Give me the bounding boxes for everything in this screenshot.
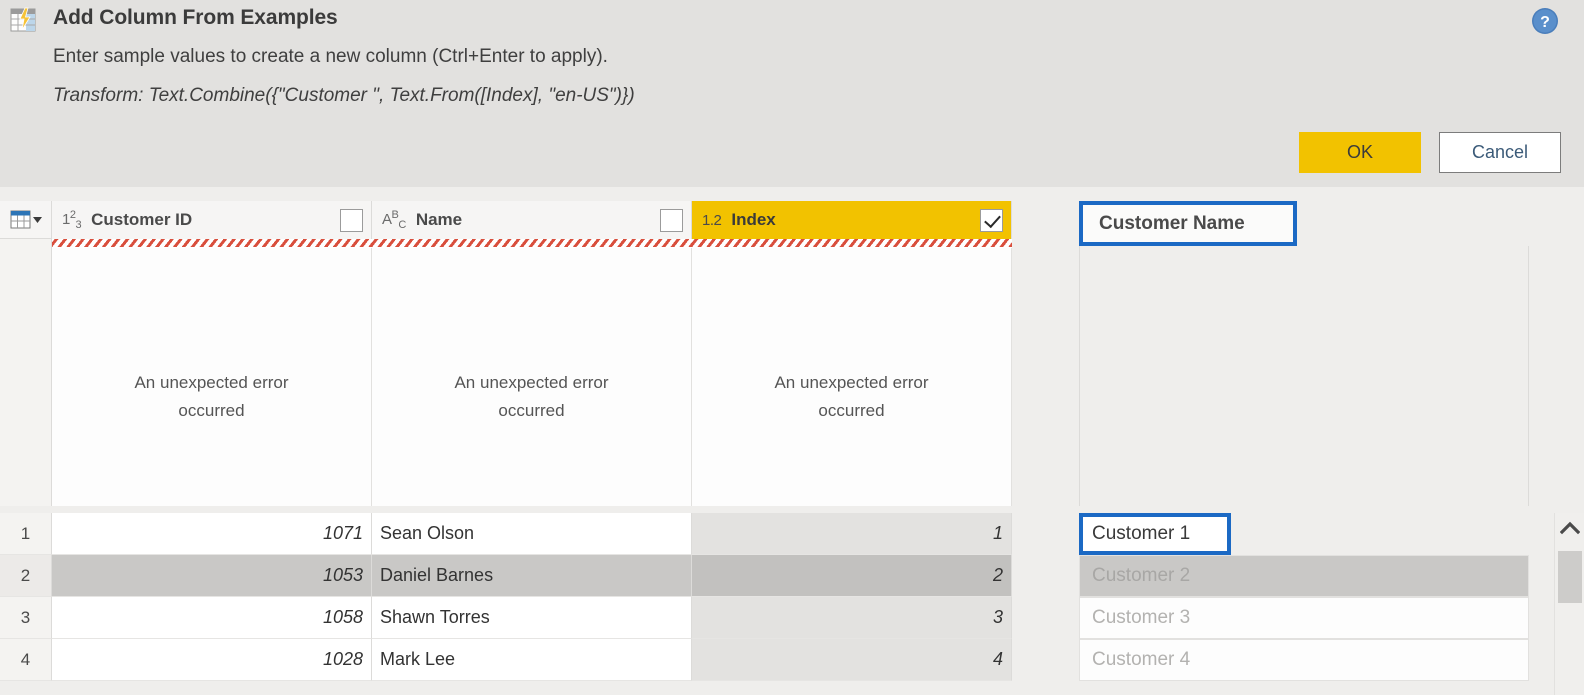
error-row-gutter bbox=[0, 239, 52, 506]
table-row[interactable]: 3 1058 Shawn Torres 3 bbox=[0, 597, 1070, 639]
cell-index[interactable]: 1 bbox=[692, 513, 1012, 555]
cell-index[interactable]: 2 bbox=[692, 555, 1012, 597]
cell-name[interactable]: Shawn Torres bbox=[372, 597, 692, 639]
new-column-header[interactable]: Customer Name bbox=[1079, 201, 1297, 246]
transform-expression: Transform: Text.Combine({"Customer ", Te… bbox=[53, 85, 635, 106]
cell-index[interactable]: 4 bbox=[692, 639, 1012, 681]
type-icon-123: 123 bbox=[62, 209, 82, 231]
row-number: 1 bbox=[0, 513, 52, 555]
cell-index[interactable]: 3 bbox=[692, 597, 1012, 639]
table-select-icon[interactable] bbox=[0, 201, 52, 239]
suggested-value[interactable]: Customer 2 bbox=[1079, 555, 1529, 597]
column-header-label: Index bbox=[731, 210, 776, 229]
column-header-index[interactable]: 1.2 Index bbox=[692, 201, 1012, 239]
column-profile-error: An unexpected error occurred bbox=[372, 248, 692, 506]
type-icon-1.2: 1.2 bbox=[702, 211, 722, 229]
suggested-value[interactable]: Customer 4 bbox=[1079, 639, 1529, 681]
column-header-label: Customer ID bbox=[91, 210, 193, 229]
table-row[interactable]: 1 1071 Sean Olson 1 bbox=[0, 513, 1070, 555]
column-profile-error: An unexpected error occurred bbox=[52, 248, 372, 506]
svg-text:?: ? bbox=[1540, 14, 1550, 31]
cell-customer-id[interactable]: 1028 bbox=[52, 639, 372, 681]
column-quality-bar-error[interactable] bbox=[372, 239, 692, 248]
row-number: 3 bbox=[0, 597, 52, 639]
cell-customer-id[interactable]: 1053 bbox=[52, 555, 372, 597]
ok-button[interactable]: OK bbox=[1299, 132, 1421, 173]
column-quality-bar-error[interactable] bbox=[692, 239, 1012, 248]
suggested-value[interactable]: Customer 3 bbox=[1079, 597, 1529, 639]
table-row[interactable]: 4 1028 Mark Lee 4 bbox=[0, 639, 1070, 681]
cell-customer-id[interactable]: 1071 bbox=[52, 513, 372, 555]
dialog-subtitle: Enter sample values to create a new colu… bbox=[53, 46, 608, 67]
cancel-button[interactable]: Cancel bbox=[1439, 132, 1561, 173]
table-row[interactable]: 2 1053 Daniel Barnes 2 bbox=[0, 555, 1070, 597]
column-checkbox-index[interactable] bbox=[980, 208, 1003, 232]
chevron-down-icon bbox=[32, 217, 42, 223]
column-quality-bar-error[interactable] bbox=[52, 239, 372, 248]
new-column-empty-body bbox=[1079, 246, 1529, 506]
column-header-name[interactable]: ABC Name bbox=[372, 201, 692, 239]
cell-name[interactable]: Mark Lee bbox=[372, 639, 692, 681]
cell-customer-id[interactable]: 1058 bbox=[52, 597, 372, 639]
help-circle-icon[interactable]: ? bbox=[1530, 6, 1560, 36]
preview-grid: 123 Customer ID ABC Name 1.2 Index An unexpec… bbox=[0, 187, 1584, 695]
type-icon-abc: ABC bbox=[382, 209, 406, 231]
dialog-header: Add Column From Examples Enter sample va… bbox=[0, 0, 1584, 187]
error-message: An unexpected error occurred bbox=[134, 373, 289, 420]
error-message: An unexpected error occurred bbox=[454, 373, 609, 420]
column-profile-error: An unexpected error occurred bbox=[692, 248, 1012, 506]
sample-value-input[interactable]: Customer 1 bbox=[1079, 513, 1231, 555]
table-lightning-icon bbox=[9, 6, 37, 34]
column-header-label: Name bbox=[415, 210, 463, 229]
row-number: 2 bbox=[0, 555, 52, 597]
page-title: Add Column From Examples bbox=[53, 6, 338, 29]
error-message: An unexpected error occurred bbox=[774, 373, 929, 420]
chevron-up-icon[interactable] bbox=[1555, 513, 1584, 543]
new-column-panel: Customer Name Customer 1 Customer 2 Custom… bbox=[1074, 187, 1584, 695]
column-checkbox-name[interactable] bbox=[660, 208, 683, 232]
row-number: 4 bbox=[0, 639, 52, 681]
vertical-scrollbar[interactable] bbox=[1554, 513, 1584, 695]
column-header-customer-id[interactable]: 123 Customer ID bbox=[52, 201, 372, 239]
scrollbar-thumb[interactable] bbox=[1558, 551, 1582, 603]
cell-name[interactable]: Daniel Barnes bbox=[372, 555, 692, 597]
column-checkbox-customer-id[interactable] bbox=[340, 208, 363, 232]
cell-name[interactable]: Sean Olson bbox=[372, 513, 692, 555]
